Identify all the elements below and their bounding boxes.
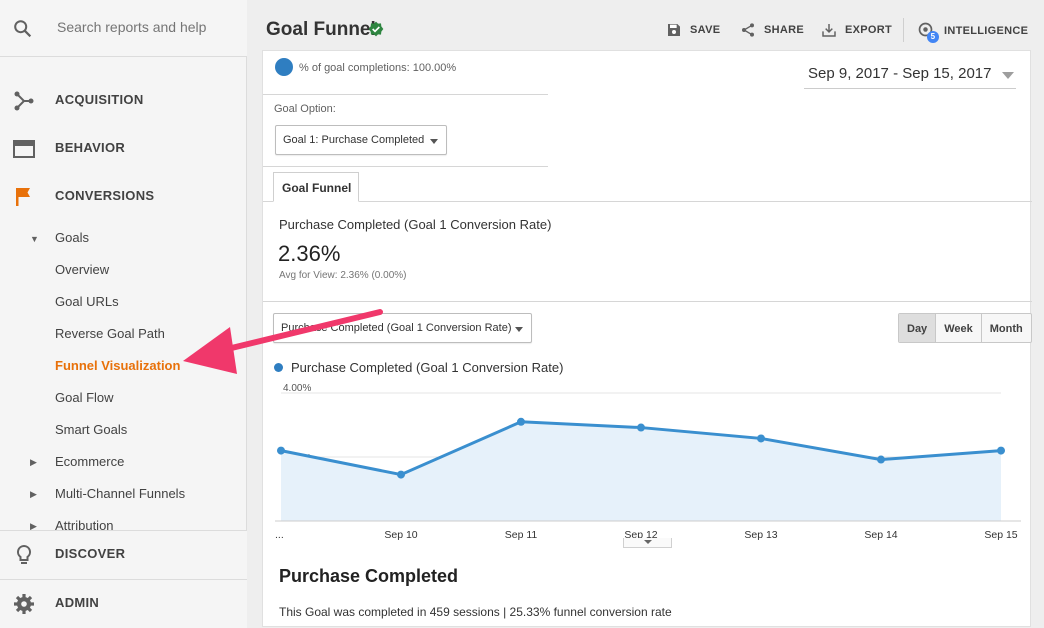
report-header: Goal Funnel SAVE SHARE EXPORT 5 INTELLIG…	[248, 0, 1044, 57]
data-point	[877, 455, 885, 464]
expand-chart-handle[interactable]	[623, 538, 672, 548]
tab-goal-funnel[interactable]: Goal Funnel	[273, 172, 359, 202]
caret-right-icon[interactable]: ▶	[30, 457, 37, 468]
export-label: EXPORT	[845, 24, 893, 36]
data-point	[277, 446, 285, 455]
nav-discover-label: DISCOVER	[55, 546, 126, 561]
goal-option-label: Goal Option:	[274, 103, 336, 115]
search-bar[interactable]: Search reports and help	[0, 0, 247, 57]
chevron-down-icon	[430, 139, 438, 144]
goal-option-select[interactable]: Goal 1: Purchase Completed	[275, 125, 447, 155]
tab-strip-line	[263, 201, 1032, 202]
page-title: Goal Funnel	[266, 19, 376, 40]
section-title: Purchase Completed	[279, 566, 459, 586]
verified-check-icon	[368, 21, 384, 37]
share-icon	[742, 23, 754, 37]
intelligence-badge: 5	[927, 31, 939, 43]
data-point	[517, 417, 525, 426]
nav-funnel-visualization[interactable]: Funnel Visualization	[55, 358, 180, 373]
search-input[interactable]: Search reports and help	[57, 19, 206, 35]
chevron-down-icon	[515, 327, 523, 332]
caret-right-icon[interactable]: ▶	[30, 489, 37, 500]
toolbar-divider	[903, 18, 904, 42]
caret-down-icon[interactable]: ▼	[30, 234, 39, 244]
acquisition-icon	[14, 91, 34, 111]
save-label: SAVE	[690, 24, 721, 36]
intelligence-button[interactable]: 5 INTELLIGENCE	[918, 22, 1029, 43]
x-tick-label: Sep 11	[505, 529, 538, 541]
share-label: SHARE	[764, 24, 805, 36]
export-icon	[822, 24, 836, 37]
export-button[interactable]: EXPORT	[821, 22, 892, 38]
legend-label: Purchase Completed (Goal 1 Conversion Ra…	[291, 360, 564, 375]
x-tick-label: Sep 10	[384, 529, 417, 541]
metric-value: 2.36%	[278, 241, 341, 266]
nav-acquisition[interactable]: ACQUISITION	[0, 77, 247, 125]
tab-goal-funnel-label: Goal Funnel	[282, 181, 352, 195]
line-chart[interactable]: 4.00%2.00%...Sep 10Sep 11Sep 12Sep 13Sep…	[273, 381, 1023, 549]
day-button[interactable]: Day	[899, 314, 937, 342]
data-point	[397, 470, 405, 479]
goal-completion-percent: % of goal completions: 100.00%	[299, 62, 457, 74]
nav-goal-urls[interactable]: Goal URLs	[55, 294, 119, 309]
metric-select[interactable]: Purchase Completed (Goal 1 Conversion Ra…	[273, 313, 532, 343]
goal-option-value: Goal 1: Purchase Completed	[283, 134, 425, 146]
behavior-icon	[13, 140, 35, 158]
flag-icon	[16, 188, 30, 206]
x-tick-label: Sep 15	[984, 529, 1017, 541]
x-tick-label: Sep 13	[744, 529, 777, 541]
data-point	[757, 434, 765, 443]
metric-title: Purchase Completed (Goal 1 Conversion Ra…	[279, 217, 552, 232]
lightbulb-icon	[16, 544, 32, 564]
sidebar: Search reports and help ACQUISITION BEHA…	[0, 0, 247, 628]
x-tick-label: ...	[275, 529, 284, 541]
divider	[263, 166, 548, 167]
nav-reverse-goal-path[interactable]: Reverse Goal Path	[55, 326, 165, 341]
nav-conversions[interactable]: CONVERSIONS	[0, 173, 247, 221]
metric-average: Avg for View: 2.36% (0.00%)	[279, 270, 407, 281]
nav-ecommerce[interactable]: Ecommerce	[55, 454, 124, 469]
nav-conversions-label: CONVERSIONS	[55, 188, 155, 203]
save-button[interactable]: SAVE	[666, 22, 720, 38]
nav-goals[interactable]: Goals	[55, 230, 89, 245]
granularity-toggle: Day Week Month	[898, 313, 1032, 343]
dropdown-arrow-icon	[1002, 72, 1014, 79]
date-range-value: Sep 9, 2017 - Sep 15, 2017	[808, 65, 992, 82]
data-point	[997, 446, 1005, 455]
date-range-picker[interactable]: Sep 9, 2017 - Sep 15, 2017	[804, 63, 1016, 89]
nav-admin[interactable]: ADMIN	[0, 580, 247, 628]
nav-goal-flow[interactable]: Goal Flow	[55, 390, 114, 405]
divider	[263, 301, 1032, 302]
nav-multichannel[interactable]: Multi-Channel Funnels	[55, 486, 185, 501]
nav-admin-label: ADMIN	[55, 595, 100, 610]
data-point	[637, 423, 645, 432]
nav-behavior-label: BEHAVIOR	[55, 140, 126, 155]
share-button[interactable]: SHARE	[740, 22, 804, 38]
nav-goal-overview[interactable]: Overview	[55, 262, 109, 277]
save-icon	[668, 24, 680, 36]
nav-behavior[interactable]: BEHAVIOR	[0, 125, 247, 173]
y-tick-label: 4.00%	[283, 383, 311, 394]
nav-discover[interactable]: DISCOVER	[0, 531, 247, 579]
metric-select-value: Purchase Completed (Goal 1 Conversion Ra…	[281, 322, 512, 334]
gear-icon	[14, 594, 34, 614]
legend-marker	[274, 363, 283, 372]
x-tick-label: Sep 14	[864, 529, 897, 541]
month-button[interactable]: Month	[981, 314, 1031, 342]
nav-smart-goals[interactable]: Smart Goals	[55, 422, 127, 437]
search-icon[interactable]	[12, 18, 34, 40]
week-button[interactable]: Week	[936, 314, 982, 342]
main-content: Goal Funnel SAVE SHARE EXPORT 5 INTELLIG…	[248, 0, 1044, 627]
divider	[263, 94, 548, 95]
intelligence-icon: 5	[918, 22, 939, 43]
report-panel: % of goal completions: 100.00% Sep 9, 20…	[262, 50, 1032, 627]
section-subtitle: This Goal was completed in 459 sessions …	[279, 605, 672, 619]
pie-chart-icon	[275, 58, 293, 76]
nav-acquisition-label: ACQUISITION	[55, 92, 144, 107]
intelligence-label: INTELLIGENCE	[944, 25, 1029, 37]
